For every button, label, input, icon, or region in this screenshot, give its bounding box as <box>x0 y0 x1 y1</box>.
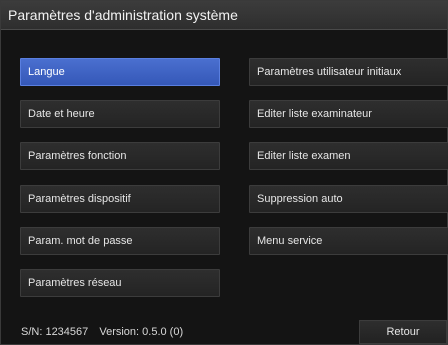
menu-button-label: Langue <box>28 66 65 78</box>
menu-button-initial-user-settings[interactable]: Paramètres utilisateur initiaux <box>249 58 448 86</box>
menu-button-label: Param. mot de passe <box>28 235 133 247</box>
serial-number: S/N: 1234567 <box>21 326 89 338</box>
title-bar: Paramètres d'administration système <box>1 1 447 30</box>
window-title: Paramètres d'administration système <box>8 7 238 23</box>
menu-button-label: Paramètres réseau <box>28 277 122 289</box>
software-version: Version: 0.5.0 (0) <box>99 326 184 338</box>
menu-button-label: Suppression auto <box>257 193 343 205</box>
device-info: S/N: 1234567 Version: 0.5.0 (0) <box>21 326 183 338</box>
menu-button-label: Paramètres fonction <box>28 150 127 162</box>
menu-button-label: Date et heure <box>28 108 95 120</box>
menu-button-label: Editer liste examen <box>257 150 351 162</box>
menu-button-edit-exam-list[interactable]: Editer liste examen <box>249 142 448 170</box>
admin-settings-window: Paramètres d'administration système Lang… <box>0 0 448 345</box>
menu-button-label: Menu service <box>257 235 323 247</box>
menu-button-label: Paramètres dispositif <box>28 193 131 205</box>
menu-button-language[interactable]: Langue <box>20 58 220 86</box>
menu-button-label: Paramètres utilisateur initiaux <box>257 66 402 78</box>
menu-button-service-menu[interactable]: Menu service <box>249 227 448 255</box>
menu-button-edit-examiner-list[interactable]: Editer liste examinateur <box>249 100 448 128</box>
back-button-label: Retour <box>386 326 420 338</box>
menu-button-auto-delete[interactable]: Suppression auto <box>249 185 448 213</box>
menu-button-device-settings[interactable]: Paramètres dispositif <box>20 185 220 213</box>
menu-button-function-settings[interactable]: Paramètres fonction <box>20 142 220 170</box>
menu-button-password-settings[interactable]: Param. mot de passe <box>20 227 220 255</box>
menu-button-network-settings[interactable]: Paramètres réseau <box>20 269 220 297</box>
back-button[interactable]: Retour <box>359 320 447 344</box>
menu-button-label: Editer liste examinateur <box>257 108 372 120</box>
menu-button-date-time[interactable]: Date et heure <box>20 100 220 128</box>
